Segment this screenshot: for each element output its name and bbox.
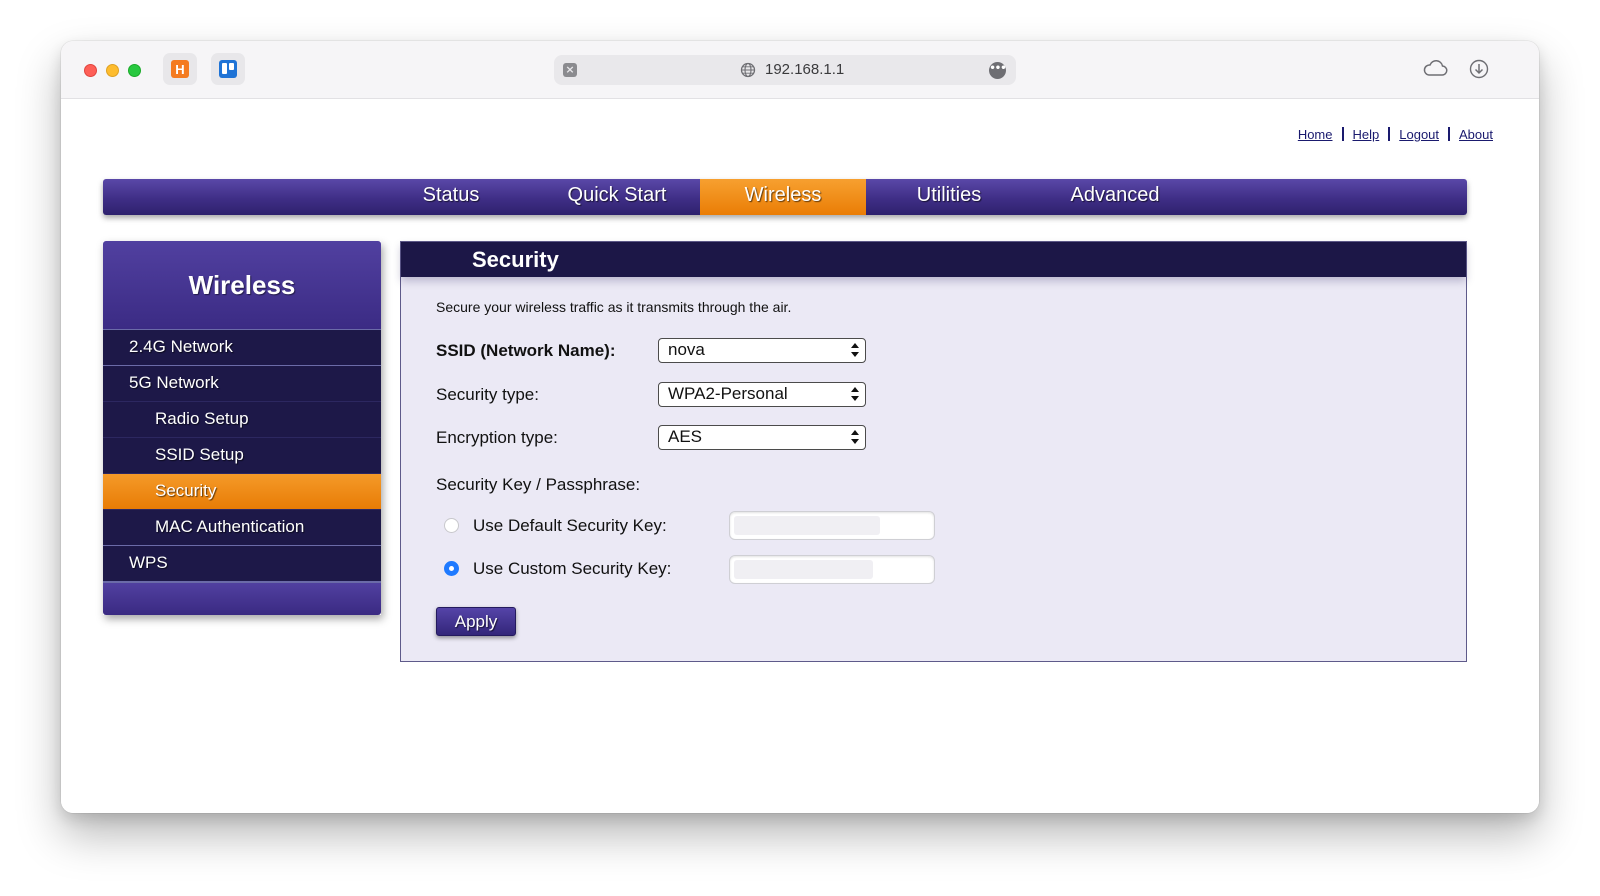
maximize-window-button[interactable] bbox=[128, 64, 141, 77]
ssid-label: SSID (Network Name): bbox=[436, 341, 616, 360]
ssid-select[interactable]: nova bbox=[658, 338, 866, 363]
browser-window: H × 192.168.1.1 ••• Home Help Logout Abo… bbox=[61, 41, 1539, 813]
sidebar-footer bbox=[103, 581, 381, 615]
logout-link[interactable]: Logout bbox=[1399, 127, 1439, 142]
security-type-value: WPA2-Personal bbox=[668, 384, 788, 403]
select-arrows-icon bbox=[851, 343, 859, 357]
select-arrows-icon bbox=[851, 387, 859, 401]
help-link[interactable]: Help bbox=[1353, 127, 1380, 142]
default-key-label: Use Default Security Key: bbox=[473, 516, 667, 535]
security-type-label: Security type: bbox=[436, 385, 539, 404]
link-separator bbox=[1388, 127, 1391, 141]
custom-key-radio[interactable] bbox=[444, 561, 459, 576]
link-separator bbox=[1448, 127, 1451, 141]
passphrase-label: Security Key / Passphrase: bbox=[436, 475, 641, 494]
default-key-radio[interactable] bbox=[444, 518, 459, 533]
apply-button[interactable]: Apply bbox=[436, 607, 516, 636]
sidebar-item-radio-setup[interactable]: Radio Setup bbox=[103, 401, 381, 437]
default-key-masked-value bbox=[734, 516, 880, 535]
download-icon[interactable] bbox=[1469, 59, 1489, 79]
browser-toolbar: H × 192.168.1.1 ••• bbox=[61, 41, 1539, 99]
link-separator bbox=[1341, 127, 1344, 141]
address-bar[interactable]: × 192.168.1.1 ••• bbox=[554, 55, 1016, 85]
top-links: Home Help Logout About bbox=[1298, 127, 1493, 142]
select-arrows-icon bbox=[851, 430, 859, 444]
harvest-extension-icon: H bbox=[171, 60, 189, 78]
sidebar-item-2-4g-network[interactable]: 2.4G Network bbox=[103, 329, 381, 365]
sidebar: Wireless 2.4G Network 5G Network Radio S… bbox=[103, 241, 381, 615]
default-key-input[interactable] bbox=[729, 511, 935, 540]
harvest-extension-button[interactable]: H bbox=[163, 53, 197, 85]
custom-key-input[interactable] bbox=[729, 555, 935, 584]
sidebar-item-security[interactable]: Security bbox=[103, 473, 381, 509]
board-extension-icon bbox=[219, 60, 237, 78]
panel-description: Secure your wireless traffic as it trans… bbox=[436, 299, 792, 315]
page-content: Home Help Logout About Status Quick Start W… bbox=[61, 99, 1539, 813]
main-nav: Status Quick Start Wireless Utilities Ad… bbox=[103, 179, 1467, 215]
home-link[interactable]: Home bbox=[1298, 127, 1333, 142]
more-options-icon[interactable]: ••• bbox=[989, 62, 1007, 79]
custom-key-masked-value bbox=[734, 560, 873, 579]
cloud-icon[interactable] bbox=[1422, 58, 1448, 80]
globe-icon bbox=[740, 62, 756, 78]
ssid-value: nova bbox=[668, 340, 705, 359]
security-type-select[interactable]: WPA2-Personal bbox=[658, 382, 866, 407]
sidebar-item-mac-authentication[interactable]: MAC Authentication bbox=[103, 509, 381, 545]
tab-status[interactable]: Status bbox=[368, 179, 534, 215]
custom-key-label: Use Custom Security Key: bbox=[473, 559, 672, 578]
about-link[interactable]: About bbox=[1459, 127, 1493, 142]
sidebar-item-5g-network[interactable]: 5G Network bbox=[103, 365, 381, 401]
security-panel: Security Secure your wireless traffic as… bbox=[400, 241, 1467, 662]
encryption-type-value: AES bbox=[668, 427, 703, 446]
clear-tab-icon[interactable]: × bbox=[563, 63, 577, 77]
panel-title: Security bbox=[401, 242, 1466, 277]
board-extension-button[interactable] bbox=[211, 53, 245, 85]
tab-wireless[interactable]: Wireless bbox=[700, 179, 866, 215]
encryption-type-select[interactable]: AES bbox=[658, 425, 866, 450]
sidebar-title: Wireless bbox=[103, 241, 381, 329]
url-text: 192.168.1.1 bbox=[765, 61, 845, 78]
encryption-type-label: Encryption type: bbox=[436, 428, 558, 447]
minimize-window-button[interactable] bbox=[106, 64, 119, 77]
tab-utilities[interactable]: Utilities bbox=[866, 179, 1032, 215]
sidebar-item-wps[interactable]: WPS bbox=[103, 545, 381, 581]
tab-advanced[interactable]: Advanced bbox=[1032, 179, 1198, 215]
close-window-button[interactable] bbox=[84, 64, 97, 77]
tab-quick-start[interactable]: Quick Start bbox=[534, 179, 700, 215]
sidebar-item-ssid-setup[interactable]: SSID Setup bbox=[103, 437, 381, 473]
